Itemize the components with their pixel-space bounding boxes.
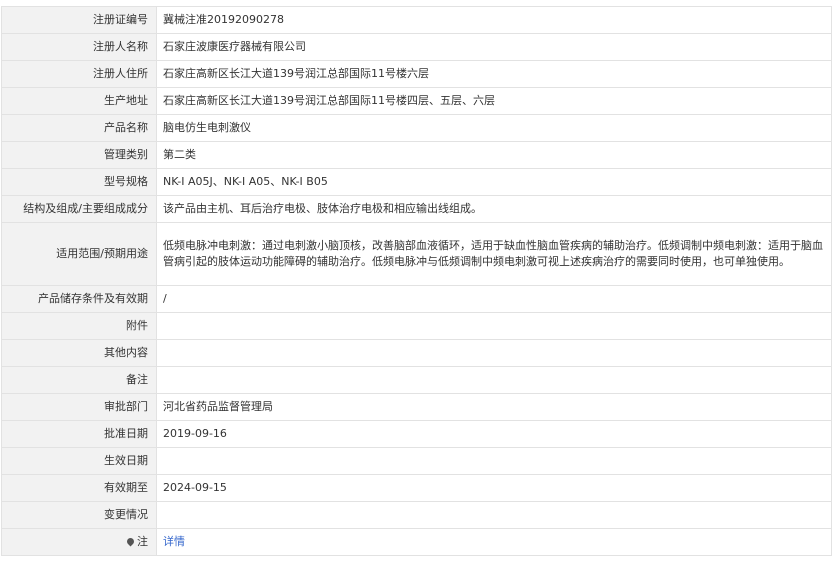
row-value: 脑电仿生电刺激仪 (156, 114, 832, 142)
row-label: 批准日期 (1, 420, 157, 448)
row-value: 冀械注准20192090278 (156, 6, 832, 34)
table-row: 变更情况 (1, 501, 832, 529)
row-value (156, 339, 832, 367)
row-label: 注册证编号 (1, 6, 157, 34)
table-row: 产品名称 脑电仿生电刺激仪 (1, 114, 832, 142)
table-row: 审批部门 河北省药品监督管理局 (1, 393, 832, 421)
row-value: 低频电脉冲电刺激：通过电刺激小脑顶核，改善脑部血液循环，适用于缺血性脑血管疾病的… (156, 222, 832, 286)
table-row: 注册人住所 石家庄高新区长江大道139号润江总部国际11号楼六层 (1, 60, 832, 88)
note-label-cell: 注 (1, 528, 157, 556)
table-row: 型号规格 NK-I A05J、NK-I A05、NK-I B05 (1, 168, 832, 196)
row-value: 石家庄高新区长江大道139号润江总部国际11号楼四层、五层、六层 (156, 87, 832, 115)
table-row: 注册证编号 冀械注准20192090278 (1, 6, 832, 34)
row-label: 适用范围/预期用途 (1, 222, 157, 286)
row-value: 该产品由主机、耳后治疗电极、肢体治疗电极和相应输出线组成。 (156, 195, 832, 223)
table-row: 生产地址 石家庄高新区长江大道139号润江总部国际11号楼四层、五层、六层 (1, 87, 832, 115)
row-label: 备注 (1, 366, 157, 394)
table-row: 管理类别 第二类 (1, 141, 832, 169)
row-label: 审批部门 (1, 393, 157, 421)
row-label: 变更情况 (1, 501, 157, 529)
pin-icon (125, 536, 136, 547)
table-row: 结构及组成/主要组成成分 该产品由主机、耳后治疗电极、肢体治疗电极和相应输出线组… (1, 195, 832, 223)
row-value: 石家庄高新区长江大道139号润江总部国际11号楼六层 (156, 60, 832, 88)
row-value: 石家庄波康医疗器械有限公司 (156, 33, 832, 61)
row-value: 2024-09-15 (156, 474, 832, 502)
table-row: 产品储存条件及有效期 / (1, 285, 832, 313)
row-value (156, 312, 832, 340)
table-row: 适用范围/预期用途 低频电脉冲电刺激：通过电刺激小脑顶核，改善脑部血液循环，适用… (1, 222, 832, 286)
row-label: 结构及组成/主要组成成分 (1, 195, 157, 223)
row-label: 型号规格 (1, 168, 157, 196)
row-value: 河北省药品监督管理局 (156, 393, 832, 421)
row-label: 产品储存条件及有效期 (1, 285, 157, 313)
row-value: / (156, 285, 832, 313)
row-label: 生产地址 (1, 87, 157, 115)
table-row: 有效期至 2024-09-15 (1, 474, 832, 502)
table-row: 生效日期 (1, 447, 832, 475)
table-row: 附件 (1, 312, 832, 340)
table-row: 注册人名称 石家庄波康医疗器械有限公司 (1, 33, 832, 61)
row-label: 其他内容 (1, 339, 157, 367)
table-row: 备注 (1, 366, 832, 394)
row-label: 产品名称 (1, 114, 157, 142)
table-row: 批准日期 2019-09-16 (1, 420, 832, 448)
row-value: 2019-09-16 (156, 420, 832, 448)
row-value: 第二类 (156, 141, 832, 169)
row-label: 附件 (1, 312, 157, 340)
note-value-cell: 详情 (156, 528, 832, 556)
registration-record-table: 注册证编号 冀械注准20192090278 注册人名称 石家庄波康医疗器械有限公… (1, 6, 832, 556)
details-link[interactable]: 详情 (163, 535, 185, 548)
record-body: 注册证编号 冀械注准20192090278 注册人名称 石家庄波康医疗器械有限公… (1, 6, 832, 556)
row-label: 生效日期 (1, 447, 157, 475)
table-row: 其他内容 (1, 339, 832, 367)
row-label: 注册人名称 (1, 33, 157, 61)
row-value (156, 447, 832, 475)
row-value: NK-I A05J、NK-I A05、NK-I B05 (156, 168, 832, 196)
note-label: 注 (137, 535, 148, 548)
row-label: 管理类别 (1, 141, 157, 169)
row-value (156, 366, 832, 394)
row-label: 注册人住所 (1, 60, 157, 88)
row-label: 有效期至 (1, 474, 157, 502)
note-row: 注 详情 (1, 528, 832, 556)
row-value (156, 501, 832, 529)
